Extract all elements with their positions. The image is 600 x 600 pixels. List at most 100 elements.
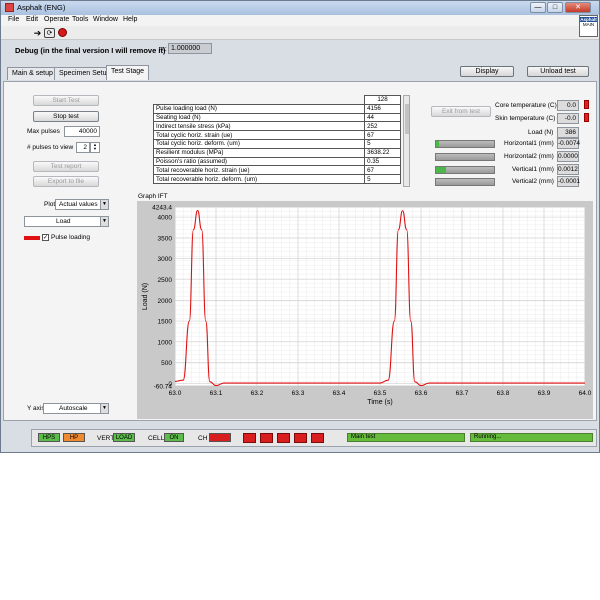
toolbar: ➔ ⟳ [1, 26, 599, 40]
results-table: 128 Pulse loading load (N) 4156 Seating l… [152, 95, 401, 184]
title-bar: Asphalt (ENG) — □ ✕ [1, 1, 599, 15]
param-value: 3638.22 [364, 147, 401, 158]
param-value: 5 [364, 138, 401, 149]
export-to-file-button[interactable]: Export to file [33, 176, 99, 187]
param-value: 4156 [364, 103, 401, 114]
plot-select[interactable]: Actual values ▼ [55, 199, 109, 210]
vertical2-value: -0.0001 [557, 176, 581, 187]
menu-edit[interactable]: Edit [26, 16, 38, 23]
close-button[interactable]: ✕ [565, 2, 591, 13]
pulses-to-view-stepper[interactable]: ▲ ▼ [90, 142, 100, 153]
plot-label: Plot [44, 201, 56, 208]
x-tick-label: 64.0 [579, 390, 592, 397]
menu-help[interactable]: Help [123, 16, 137, 23]
graph-title: Graph IFT [138, 193, 168, 200]
run-arrow-icon[interactable]: ➔ [32, 28, 43, 38]
stop-test-button[interactable]: Stop test [33, 111, 99, 122]
skin-temperature-indicator [584, 113, 589, 122]
menu-operate[interactable]: Operate [44, 16, 69, 23]
vert-label: VERT [97, 435, 115, 442]
table-row: Total cyclic horiz. deform. (um) 5 [152, 138, 401, 149]
x-tick-label: 63.8 [497, 390, 510, 397]
skin-temperature-value: -0.0 [557, 113, 579, 124]
valve-status-icon[interactable] [243, 433, 256, 443]
minimize-button[interactable]: — [530, 2, 546, 13]
pressure-status-icon[interactable] [277, 433, 290, 443]
param-value: 67 [364, 165, 401, 176]
maximize-button[interactable]: □ [547, 2, 563, 13]
x-axis-label: Time (s) [367, 399, 392, 406]
x-tick-label: 63.0 [169, 390, 182, 397]
y-tick-label: -60.74 [154, 384, 173, 391]
thermometer-status-icon[interactable] [311, 433, 324, 443]
tab-test-stage[interactable]: Test Stage [106, 65, 150, 80]
y-tick-label: 1500 [158, 319, 173, 326]
horizontal1-bar [435, 140, 495, 148]
table-row: 128 [153, 95, 401, 105]
vertical1-bar-fill [436, 167, 446, 173]
cell-label: CELL [148, 435, 165, 442]
pulse-counter: 128 [364, 95, 401, 105]
legend-label: Pulse loading [51, 234, 91, 241]
start-test-button[interactable]: Start Test [33, 95, 99, 106]
debug-bar: Debug (in the final version I will remov… [1, 41, 599, 63]
vertical2-label: Vertical2 (mm) [512, 178, 554, 185]
menu-tools[interactable]: Tools [72, 16, 88, 23]
window-title: Asphalt (ENG) [17, 3, 66, 12]
app-icon [5, 3, 14, 12]
tab-main-setup[interactable]: Main & setup [7, 67, 58, 80]
channel-select-value: Load [56, 218, 71, 225]
load-time-chart: 63.0 63.1 63.2 63.3 63.4 63.5 63.6 63.7 63.8 63.9… [137, 201, 593, 419]
main-test-progress: Main test [347, 433, 465, 442]
table-scrollbar[interactable] [403, 95, 410, 187]
table-row: Total cyclic horiz. strain (ue) 67 [152, 130, 401, 140]
chevron-down-icon: ▼ [100, 217, 108, 226]
param-name: Resilient modulus (MPa) [152, 147, 366, 158]
unload-test-button[interactable]: Unload test [527, 66, 589, 77]
menu-window[interactable]: Window [93, 16, 118, 23]
y-axis-select-value: Autoscale [59, 405, 88, 412]
filter-status-icon[interactable] [260, 433, 273, 443]
x-tick-label: 63.1 [210, 390, 223, 397]
y-tick-label: 2000 [158, 298, 173, 305]
m-value: 1.000000 [168, 43, 212, 54]
horizontal1-label: Horizontal1 (mm) [504, 140, 554, 147]
vertical2-bar [435, 178, 495, 186]
horizontal2-label: Horizontal2 (mm) [504, 153, 554, 160]
x-tick-label: 63.7 [456, 390, 469, 397]
pulses-to-view-input[interactable]: 2 [76, 142, 90, 153]
param-name: Total cyclic horiz. strain (ue) [152, 130, 366, 140]
cell-indicator: ON [164, 433, 184, 442]
y-tick-label: 3000 [158, 256, 173, 263]
abort-stop-icon[interactable] [57, 28, 68, 38]
x-tick-label: 63.5 [374, 390, 387, 397]
core-temperature-label: Core temperature (C) [495, 102, 557, 109]
param-value: 0.35 [364, 156, 401, 167]
max-pulses-label: Max pulses [27, 128, 60, 135]
max-pulses-input[interactable]: 40000 [64, 126, 100, 137]
ch-label: CH [198, 435, 208, 442]
scrollbar-thumb[interactable] [405, 104, 409, 134]
param-name: Pulse loading load (N) [152, 103, 366, 114]
channel-select[interactable]: Load ▼ [24, 216, 109, 227]
param-name: Total recoverable horiz. deform. (um) [152, 174, 366, 184]
hp-indicator: HP [63, 433, 85, 442]
horizontal2-bar [435, 153, 495, 161]
stepper-arrows-icon: ▲ ▼ [93, 142, 97, 151]
temperature-status-icon[interactable] [294, 433, 307, 443]
vert-indicator: LOAD [113, 433, 135, 442]
chevron-down-icon: ▼ [100, 404, 108, 413]
y-axis-label: Y axis [27, 405, 45, 412]
x-tick-label: 63.3 [292, 390, 305, 397]
pulse-loading-checkbox[interactable]: ✓ [42, 234, 49, 241]
vertical1-value: 0.0012 [557, 164, 579, 175]
display-button[interactable]: Display [460, 66, 514, 77]
horizontal1-value: -0.0074 [557, 138, 581, 149]
test-report-button[interactable]: Test report [33, 161, 99, 172]
exit-from-test-button[interactable]: Exit from test [431, 106, 491, 117]
param-name: Seating load (N) [152, 112, 366, 123]
run-continuous-icon[interactable]: ⟳ [44, 28, 55, 38]
table-row: Total recoverable horiz. strain (ue) 67 [152, 165, 401, 176]
y-axis-select[interactable]: Autoscale ▼ [43, 403, 109, 414]
menu-file[interactable]: File [8, 16, 19, 23]
